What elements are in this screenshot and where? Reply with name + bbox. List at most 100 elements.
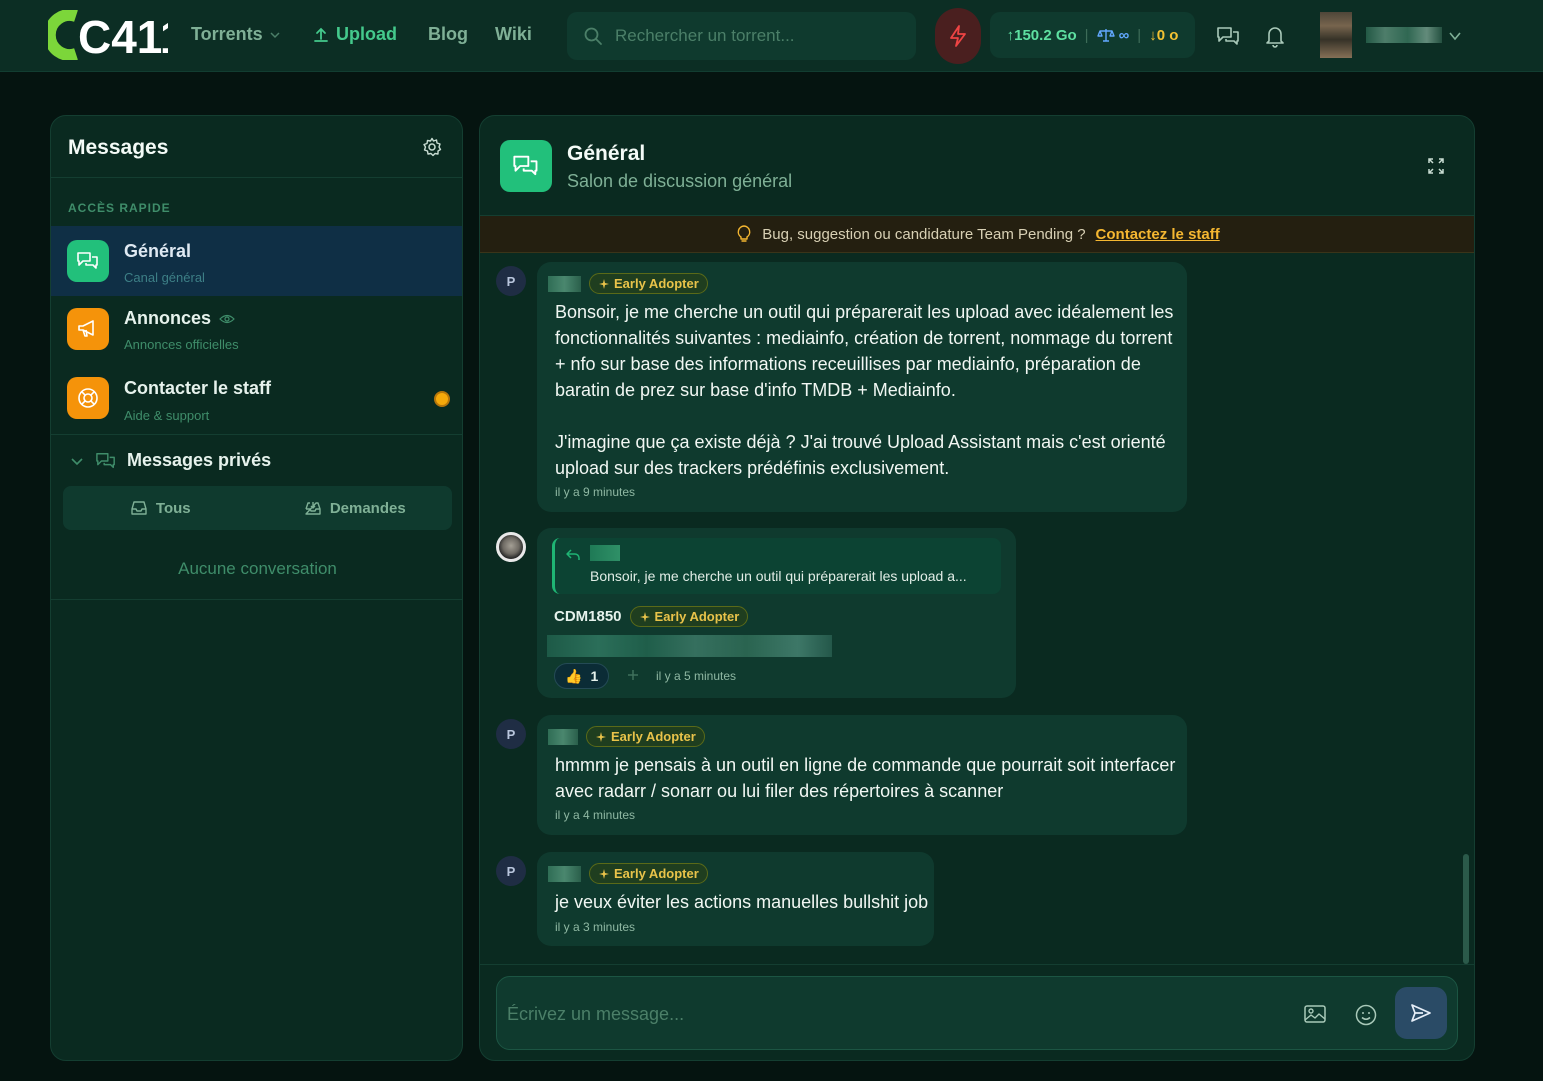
- channel-staff-name: Contacter le staff: [124, 378, 272, 398]
- author-name[interactable]: [548, 275, 581, 292]
- chat-bubbles-icon: [77, 252, 98, 269]
- notifications-button[interactable]: [1261, 22, 1289, 50]
- gear-icon[interactable]: [422, 137, 442, 157]
- reaction-count: 1: [590, 668, 599, 684]
- channel-general[interactable]: Général Canal général: [51, 226, 462, 296]
- message-bubble: Early Adopter hmmm je pensais à un outil…: [537, 715, 1187, 835]
- message-text: Bonsoir, je me cherche un outil qui prép…: [555, 302, 1174, 478]
- message-input[interactable]: [507, 999, 1267, 1029]
- early-adopter-badge: Early Adopter: [589, 273, 708, 294]
- boost-button[interactable]: [935, 8, 981, 64]
- redacted-message-text: [547, 635, 832, 657]
- sidebar-title: Messages: [68, 136, 169, 159]
- chat-button[interactable]: [1214, 22, 1242, 50]
- upload-stat: ↑150.2 Go: [1006, 26, 1077, 44]
- reaction-thumbs-up[interactable]: 👍 1: [554, 663, 610, 689]
- channel-avatar: [500, 140, 552, 192]
- emoji-icon[interactable]: [1354, 1003, 1378, 1027]
- site-logo[interactable]: C411: [48, 10, 168, 60]
- chat-bubbles-icon: [1217, 27, 1239, 45]
- staff-notice: Bug, suggestion ou candidature Team Pend…: [480, 216, 1474, 253]
- upload-icon: [314, 27, 328, 42]
- channel-annonces-avatar: [67, 308, 109, 350]
- channel-staff-avatar: [67, 377, 109, 419]
- chevron-down-icon: [71, 457, 83, 465]
- message-text: hmmm je pensais à un outil en ligne de c…: [555, 755, 1176, 801]
- nav-torrents-label: Torrents: [191, 24, 263, 44]
- early-adopter-badge: Early Adopter: [629, 606, 749, 627]
- nav-upload[interactable]: Upload: [312, 24, 397, 45]
- avatar[interactable]: P: [496, 266, 526, 296]
- nav-blog[interactable]: Blog: [428, 24, 468, 45]
- messages-sidebar: Messages ACCÈS RAPIDE Général Canal géné…: [50, 115, 463, 1061]
- download-stat: ↓0 o: [1149, 26, 1179, 44]
- avatar[interactable]: P: [496, 719, 526, 749]
- eye-icon: [219, 314, 235, 323]
- send-button[interactable]: [1395, 987, 1447, 1039]
- ratio-stats[interactable]: ↑150.2 Go | ∞ | ↓0 o: [990, 12, 1195, 58]
- sparkles-icon: [599, 278, 609, 289]
- stat-divider: |: [1137, 26, 1142, 44]
- avatar[interactable]: P: [496, 856, 526, 886]
- tab-requests[interactable]: Demandes: [258, 486, 453, 530]
- inbox-arrow-icon: [305, 502, 321, 515]
- user-avatar[interactable]: [1320, 12, 1352, 58]
- stat-divider: |: [1084, 26, 1089, 44]
- inbox-icon: [131, 501, 147, 515]
- search-bar: [567, 12, 916, 60]
- nav-wiki[interactable]: Wiki: [495, 24, 532, 45]
- chat-subtitle: Salon de discussion général: [567, 171, 793, 191]
- nav-wiki-label: Wiki: [495, 24, 532, 44]
- expand-icon[interactable]: [1426, 156, 1446, 176]
- lightning-icon: [950, 25, 966, 47]
- message-timestamp: il y a 3 minutes: [555, 920, 636, 934]
- megaphone-icon: [78, 320, 94, 337]
- early-adopter-badge: Early Adopter: [589, 863, 708, 884]
- scale-icon: [1096, 29, 1115, 42]
- top-navbar: C411 Torrents Upload Blog Wiki ↑150.2 Go…: [0, 0, 1543, 72]
- image-icon[interactable]: [1303, 1003, 1327, 1025]
- channel-annonces[interactable]: Annonces Annonces officielles: [51, 296, 462, 366]
- reply-preview-text: Bonsoir, je me cherche un outil qui prép…: [590, 568, 967, 584]
- author-name[interactable]: CDM1850: [554, 608, 622, 625]
- user-name[interactable]: [1366, 27, 1442, 43]
- chevron-down-icon[interactable]: [1447, 28, 1463, 44]
- chat-bubbles-icon: [513, 155, 538, 176]
- quick-access-label: ACCÈS RAPIDE: [68, 201, 171, 215]
- tab-all-label: Tous: [155, 499, 191, 517]
- logo-text: C411: [78, 11, 168, 60]
- private-messages-tabs: Tous Demandes: [63, 486, 452, 530]
- message-timestamp: il y a 4 minutes: [555, 808, 636, 822]
- notice-text: Bug, suggestion ou candidature Team Pend…: [762, 225, 1086, 243]
- channel-annonces-name-row: Annonces: [124, 308, 235, 329]
- channel-general-avatar: [67, 240, 109, 282]
- ratio-stat: ∞: [1096, 27, 1129, 44]
- contact-staff-link[interactable]: Contactez le staff: [1096, 226, 1220, 243]
- early-adopter-badge: Early Adopter: [586, 726, 705, 747]
- sidebar-header: Messages: [51, 116, 462, 178]
- reply-quote[interactable]: Bonsoir, je me cherche un outil qui prép…: [552, 538, 1001, 594]
- message-text: je veux éviter les actions manuelles bul…: [555, 892, 929, 912]
- thumbs-up-icon: 👍: [565, 667, 583, 684]
- channel-staff-subtitle: Aide & support: [124, 408, 210, 423]
- message-timestamp: il y a 5 minutes: [656, 669, 737, 683]
- chevron-down-icon: [270, 31, 280, 38]
- chat-scrollbar[interactable]: [1463, 854, 1469, 964]
- nav-blog-label: Blog: [428, 24, 468, 44]
- message-timestamp: il y a 9 minutes: [555, 485, 636, 499]
- sparkles-icon: [599, 868, 609, 879]
- private-messages-toggle[interactable]: Messages privés: [51, 434, 462, 486]
- author-name[interactable]: [548, 865, 581, 882]
- author-name[interactable]: [548, 728, 578, 745]
- add-reaction-icon[interactable]: [626, 668, 640, 682]
- nav-torrents[interactable]: Torrents: [191, 24, 281, 45]
- search-input[interactable]: [615, 26, 916, 46]
- tab-all[interactable]: Tous: [63, 486, 258, 530]
- lightbulb-icon: [737, 225, 751, 242]
- avatar[interactable]: [496, 532, 526, 562]
- composer-divider: [480, 964, 1474, 965]
- search-icon: [584, 27, 602, 45]
- badge-label: Early Adopter: [614, 276, 699, 291]
- empty-conversations: Aucune conversation: [51, 538, 462, 600]
- channel-contact-staff[interactable]: Contacter le staff Aide & support: [51, 366, 462, 436]
